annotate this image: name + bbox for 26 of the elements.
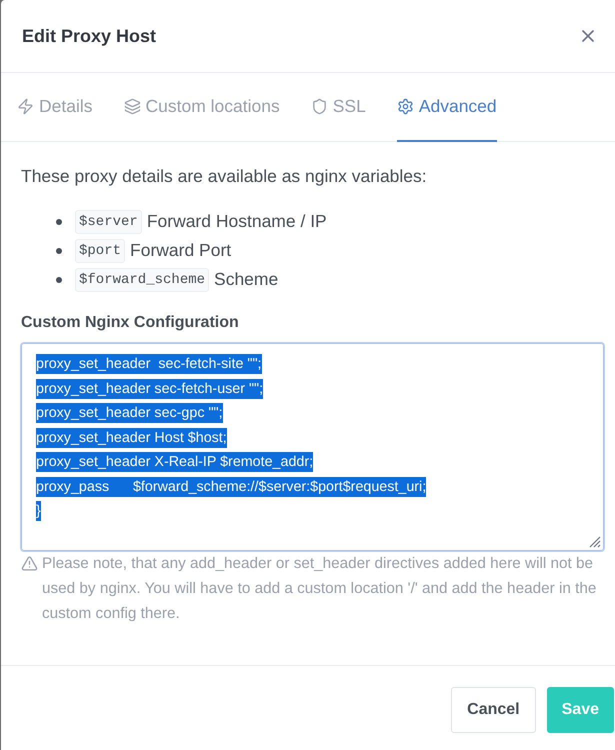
variable-code: $server <box>75 210 142 234</box>
shield-icon <box>310 98 328 115</box>
layers-icon <box>124 98 140 115</box>
variable-description: Scheme <box>214 269 278 290</box>
bullet-icon <box>56 248 62 254</box>
config-label: Custom Nginx Configuration <box>21 314 240 332</box>
variable-description: Forward Hostname / IP <box>146 211 327 232</box>
intro-text: These proxy details are available as nginx variables: <box>21 165 428 188</box>
variable-code: $forward_scheme <box>75 268 210 292</box>
config-editor[interactable] <box>21 343 604 551</box>
save-button[interactable]: Save <box>546 687 614 733</box>
cancel-button[interactable]: Cancel <box>451 687 536 733</box>
warning-icon <box>21 555 38 572</box>
tab[interactable]: Custom locations <box>124 73 280 142</box>
bullet-icon <box>56 276 62 282</box>
tab[interactable]: Details <box>17 73 92 142</box>
dialog-title: Edit Proxy Host <box>22 26 156 46</box>
tab[interactable]: SSL <box>310 73 366 142</box>
lightning-bolt-icon <box>17 98 34 115</box>
tab[interactable]: Advanced <box>396 73 497 142</box>
variable-code: $port <box>75 238 126 262</box>
variable-description: Forward Port <box>130 240 232 261</box>
config-note: Please note, that any add_header or set_header directives added here will not be used by nginx. You will have to add a custom location '/' and add the header in the custom config there. <box>42 554 598 624</box>
resize-handle-icon[interactable] <box>587 534 601 548</box>
gear-icon <box>396 98 414 115</box>
bullet-icon <box>56 218 62 224</box>
